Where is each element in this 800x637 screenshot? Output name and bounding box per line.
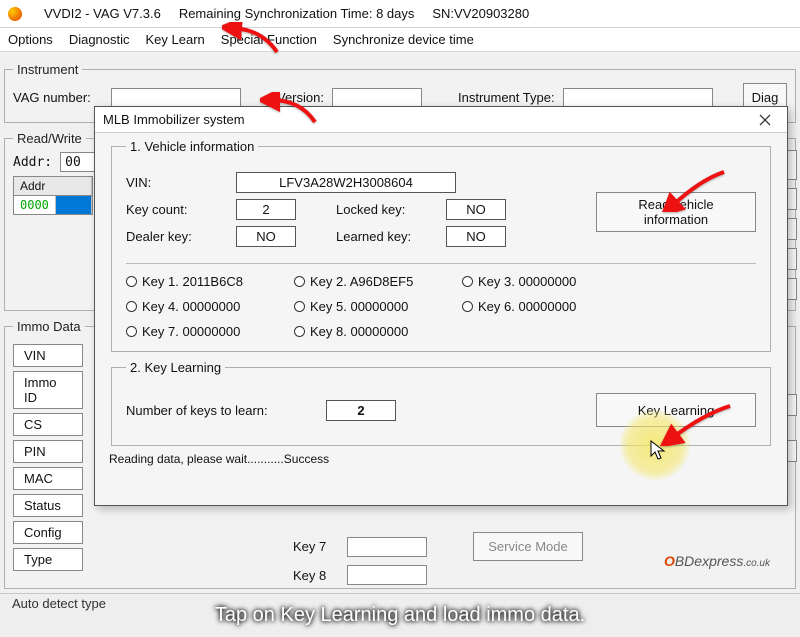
sync-time: Remaining Synchronization Time: 8 days — [179, 6, 415, 21]
immo-vin[interactable]: VIN — [13, 344, 83, 367]
addr-row-0-sel[interactable] — [56, 196, 92, 214]
locked-label: Locked key: — [336, 202, 426, 217]
mlb-dialog: MLB Immobilizer system 1. Vehicle inform… — [94, 106, 788, 506]
close-button[interactable] — [751, 110, 779, 130]
key-learning-button[interactable]: Key Learning — [596, 393, 756, 427]
dialog-status: Reading data, please wait...........Succ… — [109, 452, 773, 466]
version-label: Version: — [277, 90, 324, 105]
vag-number-label: VAG number: — [13, 90, 103, 105]
status-bar: Auto detect type — [0, 593, 800, 637]
titlebar: VVDI2 - VAG V7.3.6 Remaining Synchroniza… — [0, 0, 800, 28]
key7-input[interactable] — [347, 537, 427, 557]
service-mode-button[interactable]: Service Mode — [473, 532, 583, 561]
instrument-type-input[interactable] — [563, 88, 713, 108]
addr-col-header: Addr — [14, 177, 92, 195]
radio-icon — [126, 326, 137, 337]
num-keys-label: Number of keys to learn: — [126, 403, 306, 418]
key8-label: Key 8 — [293, 568, 339, 583]
radio-icon — [126, 301, 137, 312]
keycount-value[interactable]: 2 — [236, 199, 296, 220]
status-text: Auto detect type — [12, 596, 106, 611]
read-vehicle-info-button[interactable]: Read vehicle information — [596, 192, 756, 232]
learned-value[interactable]: NO — [446, 226, 506, 247]
menu-options[interactable]: Options — [8, 32, 53, 47]
key1-radio[interactable]: Key 1. 2011B6C8 — [126, 274, 276, 289]
app-icon — [8, 7, 22, 21]
serial-number: SN:VV20903280 — [432, 6, 529, 21]
learned-label: Learned key: — [336, 229, 426, 244]
readwrite-legend: Read/Write — [13, 131, 86, 146]
addr-label: Addr: — [13, 155, 52, 170]
vin-value[interactable]: LFV3A28W2H3008604 — [236, 172, 456, 193]
radio-icon — [294, 276, 305, 287]
version-input[interactable] — [332, 88, 422, 108]
key8-input[interactable] — [347, 565, 427, 585]
key-radio-grid: Key 1. 2011B6C8 Key 2. A96D8EF5 Key 3. 0… — [126, 274, 756, 339]
immo-config[interactable]: Config — [13, 521, 83, 544]
key-learning-legend: 2. Key Learning — [126, 360, 225, 375]
radio-icon — [126, 276, 137, 287]
key6-radio[interactable]: Key 6. 00000000 — [462, 299, 612, 314]
key8-radio[interactable]: Key 8. 00000000 — [294, 324, 444, 339]
radio-icon — [462, 301, 473, 312]
app-title: VVDI2 - VAG V7.3.6 — [44, 6, 161, 21]
immo-pin[interactable]: PIN — [13, 440, 83, 463]
menubar: Options Diagnostic Key Learn Special Fun… — [0, 28, 800, 52]
key5-radio[interactable]: Key 5. 00000000 — [294, 299, 444, 314]
vehicle-info-group: 1. Vehicle information VIN: LFV3A28W2H30… — [111, 139, 771, 352]
immo-data-legend: Immo Data — [13, 319, 85, 334]
vin-label: VIN: — [126, 175, 216, 190]
radio-icon — [294, 301, 305, 312]
close-icon — [759, 114, 771, 126]
locked-value[interactable]: NO — [446, 199, 506, 220]
menu-key-learn[interactable]: Key Learn — [146, 32, 205, 47]
vag-number-input[interactable] — [111, 88, 241, 108]
dealer-value[interactable]: NO — [236, 226, 296, 247]
addr-table[interactable]: Addr 0000 — [13, 176, 93, 215]
immo-cs[interactable]: CS — [13, 413, 83, 436]
key4-radio[interactable]: Key 4. 00000000 — [126, 299, 276, 314]
radio-icon — [462, 276, 473, 287]
key-learning-group: 2. Key Learning Number of keys to learn:… — [111, 360, 771, 446]
immo-id[interactable]: Immo ID — [13, 371, 83, 409]
instrument-legend: Instrument — [13, 62, 82, 77]
immo-status[interactable]: Status — [13, 494, 83, 517]
key2-radio[interactable]: Key 2. A96D8EF5 — [294, 274, 444, 289]
immo-mac[interactable]: MAC — [13, 467, 83, 490]
menu-special-function[interactable]: Special Function — [221, 32, 317, 47]
key3-radio[interactable]: Key 3. 00000000 — [462, 274, 612, 289]
immo-field-list: VIN Immo ID CS PIN MAC Status Config Typ… — [13, 340, 83, 589]
instrument-type-label: Instrument Type: — [458, 90, 555, 105]
num-keys-value[interactable]: 2 — [326, 400, 396, 421]
dealer-label: Dealer key: — [126, 229, 216, 244]
immo-type[interactable]: Type — [13, 548, 83, 571]
key7-radio[interactable]: Key 7. 00000000 — [126, 324, 276, 339]
menu-diagnostic[interactable]: Diagnostic — [69, 32, 130, 47]
addr-row-0[interactable]: 0000 — [14, 196, 56, 214]
menu-sync-time[interactable]: Synchronize device time — [333, 32, 474, 47]
keycount-label: Key count: — [126, 202, 216, 217]
dialog-title: MLB Immobilizer system — [103, 112, 245, 127]
vehicle-info-legend: 1. Vehicle information — [126, 139, 258, 154]
key7-label: Key 7 — [293, 539, 339, 554]
radio-icon — [294, 326, 305, 337]
